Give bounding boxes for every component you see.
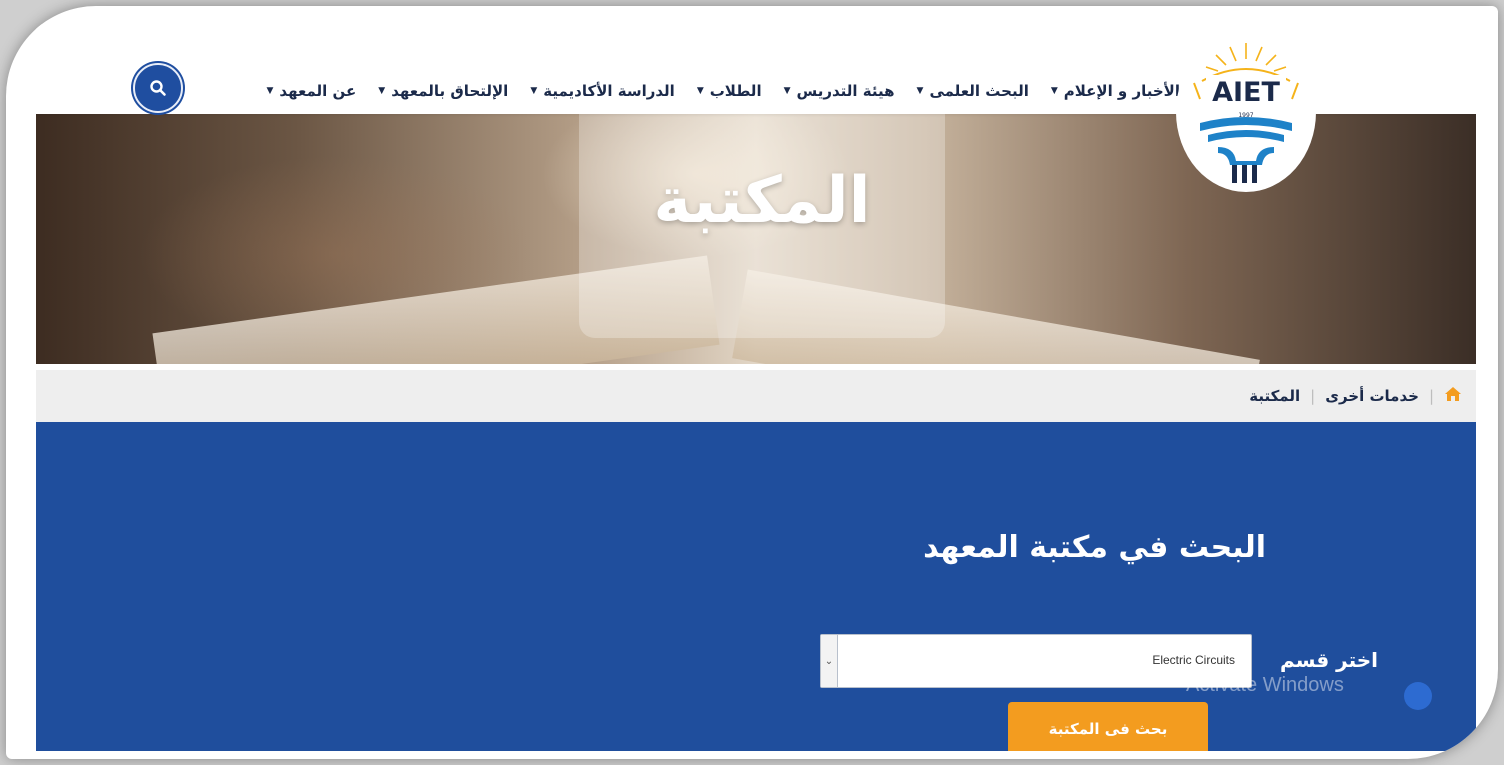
nav-item-admission[interactable]: الإلتحاق بالمعهد ▼ [378, 82, 508, 100]
breadcrumb-current: المكتبة [1249, 387, 1301, 405]
nav-item-faculty[interactable]: هيئة التدريس ▼ [784, 82, 895, 100]
caret-down-icon: ▼ [266, 86, 274, 96]
search-icon [150, 80, 166, 96]
library-search-button[interactable]: بحث فى المكتبة [1008, 702, 1208, 751]
nav-item-about[interactable]: عن المعهد ▼ [267, 82, 357, 100]
chevron-down-icon[interactable]: ⌄ [821, 635, 838, 687]
nav-item-academics[interactable]: الدراسة الأكاديمية ▼ [530, 82, 674, 100]
breadcrumb-separator: | [1310, 387, 1316, 405]
institute-logo[interactable]: AIET 1997 [1176, 32, 1316, 192]
main-nav: عن المعهد ▼ الإلتحاق بالمعهد ▼ الدراسة الأ… [267, 82, 1181, 100]
activate-windows-watermark: Activate Windows [1186, 674, 1344, 696]
nav-item-students[interactable]: الطلاب ▼ [697, 82, 762, 100]
nav-item-news[interactable]: الأخبار و الإعلام ▼ [1051, 82, 1180, 100]
caret-down-icon: ▼ [378, 86, 386, 96]
section-title: البحث في مكتبة المعهد [923, 530, 1266, 565]
logo-text: AIET [1212, 77, 1280, 108]
chat-bubble-icon[interactable] [1404, 682, 1432, 710]
home-icon[interactable] [1444, 386, 1462, 407]
home-icon-svg [1445, 386, 1461, 401]
search-button[interactable] [133, 63, 183, 113]
breadcrumb-separator: | [1428, 387, 1434, 405]
caret-down-icon: ▼ [696, 86, 704, 96]
department-select-value: Electric Circuits [1152, 653, 1235, 667]
library-search-section: البحث في مكتبة المعهد اختر قسم ⌄ Electri… [36, 422, 1476, 751]
browser-viewport: عن المعهد ▼ الإلتحاق بالمعهد ▼ الدراسة الأ… [36, 24, 1476, 751]
nav-item-research[interactable]: البحث العلمى ▼ [917, 82, 1029, 100]
caret-down-icon: ▼ [1050, 86, 1058, 96]
caret-down-icon: ▼ [530, 86, 538, 96]
caret-down-icon: ▼ [916, 86, 924, 96]
page-title: المكتبة [653, 164, 871, 238]
breadcrumb: | خدمات أخرى | المكتبة [36, 370, 1476, 422]
caret-down-icon: ▼ [783, 86, 791, 96]
breadcrumb-other-services[interactable]: خدمات أخرى [1325, 387, 1419, 405]
screenshot-frame: عن المعهد ▼ الإلتحاق بالمعهد ▼ الدراسة الأ… [6, 6, 1498, 759]
aiet-logo-icon: AIET 1997 [1193, 43, 1299, 183]
department-select-label: اختر قسم [1280, 648, 1378, 672]
